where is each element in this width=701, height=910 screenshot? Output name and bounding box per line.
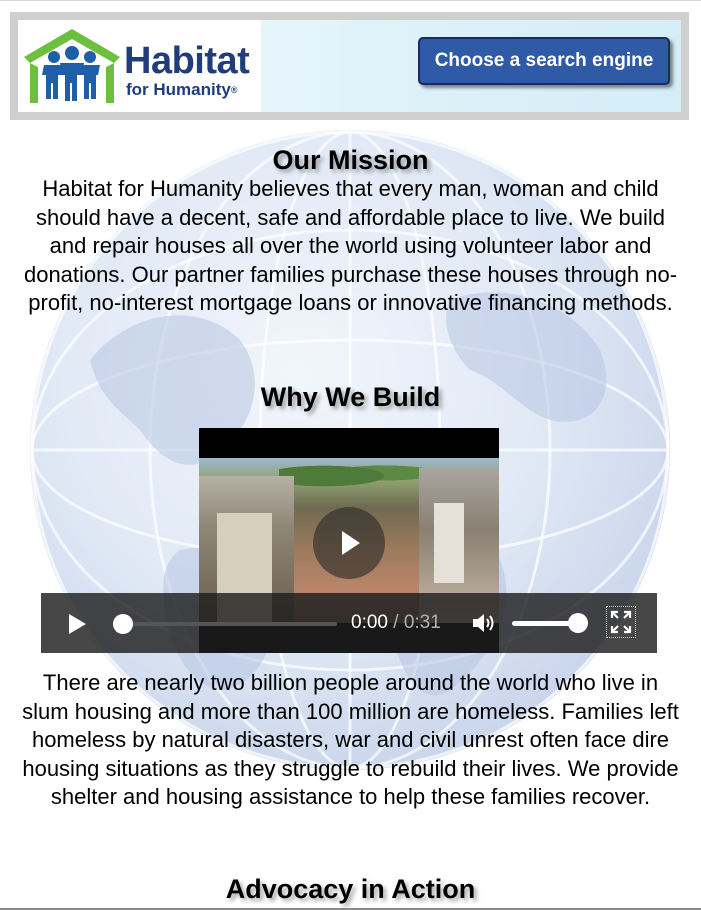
video-shack-right-wall — [434, 503, 464, 583]
volume-icon[interactable] — [471, 611, 497, 635]
logo-word-habitat: Habitat — [124, 40, 250, 82]
video-time-display: 0:00 / 0:31 — [351, 612, 441, 634]
logo-registered-mark: ® — [230, 85, 238, 95]
video-current-time: 0:00 — [351, 612, 388, 633]
video-trees — [279, 458, 429, 488]
mission-paragraph: Habitat for Humanity believes that every… — [23, 176, 678, 315]
people-house-icon — [24, 29, 120, 103]
header-inner: Habitat for Humanity® Choose a search en… — [18, 20, 681, 112]
advocacy-heading: Advocacy in Action — [225, 874, 476, 904]
page: Habitat for Humanity® Choose a search en… — [0, 0, 701, 910]
video-time-separator: / — [387, 612, 404, 633]
top-divider — [0, 0, 701, 1]
logo-word-humanity: for Humanity® — [126, 80, 249, 100]
mission-heading: Our Mission — [272, 145, 429, 175]
video-progress-knob[interactable] — [113, 614, 133, 634]
logo-humanity-text: for Humanity — [126, 80, 231, 99]
volume-slider-knob[interactable] — [568, 613, 588, 633]
fullscreen-icon — [610, 610, 632, 634]
video-controls: 0:00 / 0:31 — [41, 593, 657, 653]
video-big-play-button[interactable] — [313, 507, 385, 579]
logo-text: Habitat for Humanity® — [124, 40, 250, 100]
fullscreen-button[interactable] — [606, 606, 636, 638]
play-icon[interactable] — [69, 614, 86, 634]
habitat-logo[interactable]: Habitat for Humanity® — [18, 20, 261, 112]
play-icon — [342, 531, 360, 555]
why-we-build-paragraph: There are nearly two billion people arou… — [22, 670, 679, 809]
why-we-build-heading: Why We Build — [260, 382, 441, 412]
header-banner: Habitat for Humanity® Choose a search en… — [10, 12, 689, 120]
choose-search-engine-button[interactable]: Choose a search engine — [418, 37, 670, 85]
video-progress-track[interactable] — [123, 622, 337, 626]
video-duration: 0:31 — [403, 612, 441, 633]
